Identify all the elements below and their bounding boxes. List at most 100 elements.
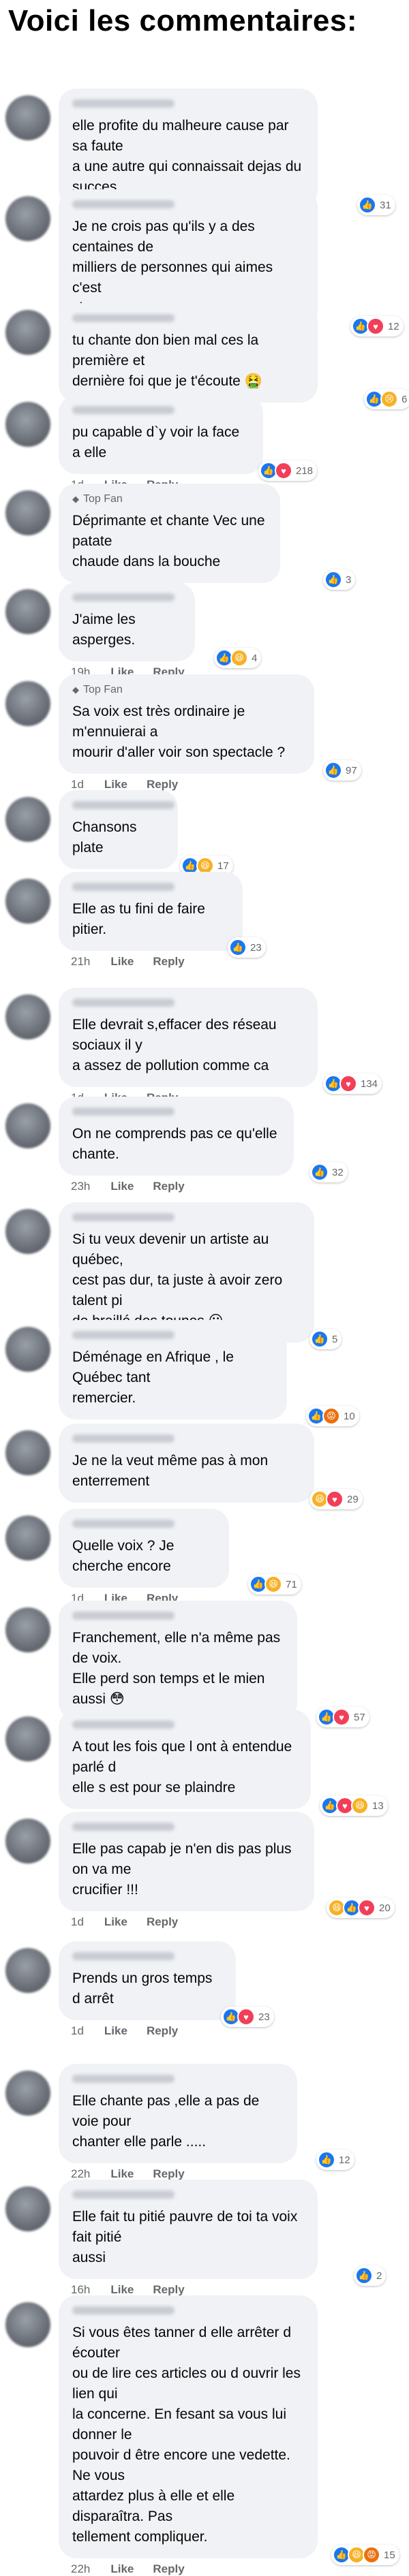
commenter-avatar[interactable]: [5, 1209, 50, 1254]
comment-timestamp[interactable]: 22h: [71, 2562, 90, 2575]
reaction-summary[interactable]: 👍 😢 6: [364, 389, 409, 409]
like-button[interactable]: Like: [104, 2024, 127, 2037]
author-name-blurred[interactable]: [72, 1952, 175, 1960]
commenter-avatar[interactable]: [5, 681, 50, 726]
commenter-avatar[interactable]: [5, 2302, 50, 2347]
commenter-avatar[interactable]: [5, 1716, 50, 1761]
author-name-blurred[interactable]: [72, 883, 175, 891]
author-name-blurred[interactable]: [72, 593, 175, 601]
reaction-summary[interactable]: 👍 23: [228, 937, 266, 958]
love-reaction-icon: ♥: [237, 2008, 255, 2026]
author-name-blurred[interactable]: [72, 1331, 175, 1339]
commenter-avatar[interactable]: [5, 2071, 50, 2116]
author-name-blurred[interactable]: [72, 1434, 175, 1443]
commenter-avatar[interactable]: [5, 1607, 50, 1652]
like-button[interactable]: Like: [104, 778, 127, 791]
comment-timestamp[interactable]: 1d: [71, 2024, 84, 2037]
commenter-avatar[interactable]: [5, 402, 50, 447]
reaction-count: 4: [252, 652, 258, 664]
commenter-avatar[interactable]: [5, 95, 50, 140]
comment-timestamp[interactable]: 16h: [71, 2283, 90, 2296]
like-reaction-icon: 👍: [229, 939, 247, 956]
reply-button[interactable]: Reply: [153, 2283, 184, 2296]
comment-timestamp[interactable]: 22h: [71, 2167, 90, 2180]
reply-button[interactable]: Reply: [153, 2562, 184, 2575]
commenter-avatar[interactable]: [5, 994, 50, 1039]
comment-timestamp[interactable]: 23h: [71, 1180, 90, 1193]
commenter-avatar[interactable]: [5, 1430, 50, 1475]
like-button[interactable]: Like: [104, 1915, 127, 1928]
reaction-summary[interactable]: 👍 ♥ 134: [323, 1073, 382, 1094]
author-name-blurred[interactable]: [72, 2190, 175, 2199]
author-name-blurred[interactable]: [72, 2075, 175, 2083]
commenter-avatar[interactable]: [5, 589, 50, 634]
reaction-summary[interactable]: 👍 ♥ 😆 13: [320, 1795, 388, 1816]
like-button[interactable]: Like: [110, 2283, 134, 2296]
author-name-blurred[interactable]: [72, 1520, 175, 1528]
like-button[interactable]: Like: [110, 955, 134, 968]
reaction-summary[interactable]: 👍 ♥ 12: [350, 316, 404, 336]
reaction-summary[interactable]: 👍 2: [354, 2265, 387, 2286]
author-name-blurred[interactable]: [72, 200, 175, 208]
commenter-avatar[interactable]: [5, 1515, 50, 1560]
reaction-count: 2: [376, 2269, 382, 2282]
author-name-blurred[interactable]: [72, 1108, 175, 1116]
reply-button[interactable]: Reply: [147, 1915, 178, 1928]
commenter-avatar[interactable]: [5, 1948, 50, 1993]
commenter-avatar[interactable]: [5, 196, 50, 241]
commenter-avatar[interactable]: [5, 1819, 50, 1864]
author-name-blurred[interactable]: [72, 406, 175, 414]
reaction-summary[interactable]: 👍 😡 10: [306, 1406, 359, 1426]
reply-button[interactable]: Reply: [153, 1180, 184, 1193]
comment-timestamp[interactable]: 1d: [71, 778, 84, 791]
reaction-count: 12: [388, 320, 399, 332]
author-name-blurred[interactable]: [72, 1612, 175, 1620]
reaction-summary[interactable]: 👍 32: [309, 1162, 348, 1182]
comment-timestamp[interactable]: 1d: [71, 1915, 84, 1928]
reaction-summary[interactable]: 👍 31: [357, 195, 395, 215]
reaction-summary[interactable]: 👍 ♥ 218: [258, 460, 318, 481]
haha-reaction-icon: 😆: [230, 649, 248, 667]
commenter-avatar[interactable]: [5, 2186, 50, 2231]
like-button[interactable]: Like: [110, 1180, 134, 1193]
comment-bubble: Elle pas capab je n'en dis pas plus on v…: [59, 1812, 314, 1911]
reaction-summary[interactable]: 👍 😆 71: [248, 1574, 301, 1595]
author-name-blurred[interactable]: [72, 314, 175, 322]
comment-meta: 22h Like Reply: [71, 2562, 204, 2576]
author-name-blurred[interactable]: [72, 801, 175, 809]
reaction-summary[interactable]: 👍 😆 4: [214, 648, 262, 668]
reaction-summary[interactable]: 👍 ♥ 23: [221, 2007, 274, 2027]
comment-text: Elle pas capab je n'en dis pas plus on v…: [72, 1841, 292, 1898]
reply-button[interactable]: Reply: [153, 955, 184, 968]
like-button[interactable]: Like: [110, 2562, 134, 2575]
commenter-avatar[interactable]: [5, 1103, 50, 1148]
author-name-blurred[interactable]: [72, 99, 175, 108]
reaction-summary[interactable]: 👍 3: [323, 569, 356, 590]
reply-button[interactable]: Reply: [147, 778, 178, 791]
author-name-blurred[interactable]: [72, 1213, 175, 1221]
reaction-summary[interactable]: 👍 5: [309, 1329, 342, 1349]
reaction-summary[interactable]: 👍 ♥ 57: [316, 1707, 369, 1727]
author-name-blurred[interactable]: [72, 1721, 175, 1729]
author-name-blurred[interactable]: [72, 2306, 175, 2314]
comment-text: Quelle voix ? Je cherche encore: [72, 1538, 175, 1574]
commenter-avatar[interactable]: [5, 490, 50, 535]
like-button[interactable]: Like: [110, 2167, 134, 2180]
commenter-avatar[interactable]: [5, 310, 50, 355]
reaction-summary[interactable]: 😆 ♥ 29: [309, 1489, 363, 1509]
comment-text: Elle as tu fini de faire pitier.: [72, 901, 205, 937]
reply-button[interactable]: Reply: [147, 2024, 178, 2037]
reaction-summary[interactable]: 😆 👍 ♥ 20: [327, 1898, 395, 1918]
reaction-summary[interactable]: 👍 12: [316, 2150, 354, 2170]
commenter-avatar[interactable]: [5, 1327, 50, 1372]
reaction-summary[interactable]: 👍 97: [323, 760, 361, 781]
commenter-avatar[interactable]: [5, 879, 50, 924]
reaction-summary[interactable]: 👍 😆 😡 15: [331, 2545, 399, 2565]
reply-button[interactable]: Reply: [153, 2167, 184, 2180]
author-name-blurred[interactable]: [72, 999, 175, 1007]
comment-bubble: Elle chante pas ,elle a pas de voie pour…: [59, 2064, 297, 2163]
commenter-avatar[interactable]: [5, 797, 50, 842]
comment-timestamp[interactable]: 21h: [71, 955, 90, 968]
comment-bubble: On ne comprends pas ce qu'elle chante.: [59, 1097, 294, 1176]
author-name-blurred[interactable]: [72, 1823, 175, 1831]
